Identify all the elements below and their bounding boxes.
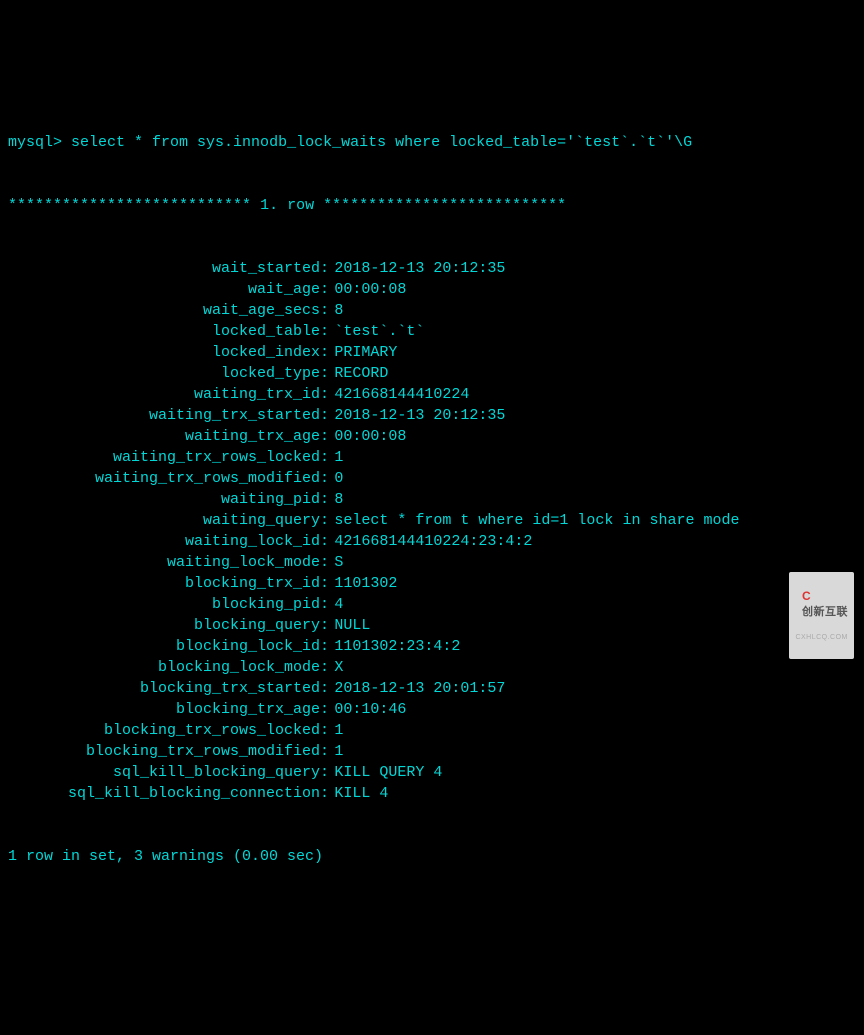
query-line: mysql> select * from sys.innodb_lock_wai… (8, 132, 856, 153)
field-name: wait_age: (8, 279, 329, 300)
watermark-en-text: CXHLCQ.COM (795, 633, 848, 643)
field-row: blocking_lock_mode:X (8, 657, 856, 678)
field-name: waiting_trx_age: (8, 426, 329, 447)
mysql-prompt: mysql> (8, 134, 62, 151)
result-fields: wait_started:2018-12-13 20:12:35wait_age… (8, 258, 856, 804)
field-value: RECORD (329, 363, 388, 384)
field-row: wait_started:2018-12-13 20:12:35 (8, 258, 856, 279)
field-name: waiting_trx_rows_modified: (8, 468, 329, 489)
field-value: S (329, 552, 343, 573)
field-value: `test`.`t` (329, 321, 424, 342)
field-value: 8 (329, 300, 343, 321)
field-value: 00:00:08 (329, 426, 406, 447)
field-value: 1 (329, 720, 343, 741)
field-row: waiting_lock_id:421668144410224:23:4:2 (8, 531, 856, 552)
result-footer: 1 row in set, 3 warnings (0.00 sec) (8, 846, 856, 867)
field-row: waiting_trx_started:2018-12-13 20:12:35 (8, 405, 856, 426)
terminal-output: mysql> select * from sys.innodb_lock_wai… (8, 90, 856, 888)
field-value: 00:10:46 (329, 699, 406, 720)
field-value: KILL 4 (329, 783, 388, 804)
field-row: waiting_trx_age:00:00:08 (8, 426, 856, 447)
field-row: waiting_trx_id:421668144410224 (8, 384, 856, 405)
field-row: locked_type:RECORD (8, 363, 856, 384)
watermark-cn-text: 创新互联 (802, 606, 848, 618)
field-name: waiting_trx_id: (8, 384, 329, 405)
field-value: 0 (329, 468, 343, 489)
field-row: blocking_trx_rows_modified:1 (8, 741, 856, 762)
field-row: waiting_query:select * from t where id=1… (8, 510, 856, 531)
field-value: 00:00:08 (329, 279, 406, 300)
field-name: waiting_trx_started: (8, 405, 329, 426)
field-value: 2018-12-13 20:12:35 (329, 405, 505, 426)
row-header-suffix: *************************** (323, 197, 566, 214)
field-value: 1 (329, 741, 343, 762)
field-row: blocking_lock_id:1101302:23:4:2 (8, 636, 856, 657)
field-row: blocking_trx_started:2018-12-13 20:01:57 (8, 678, 856, 699)
field-name: blocking_trx_rows_locked: (8, 720, 329, 741)
field-value: PRIMARY (329, 342, 397, 363)
field-name: sql_kill_blocking_connection: (8, 783, 329, 804)
field-row: waiting_pid:8 (8, 489, 856, 510)
field-value: 421668144410224 (329, 384, 469, 405)
field-name: blocking_pid: (8, 594, 329, 615)
field-value: X (329, 657, 343, 678)
field-name: locked_type: (8, 363, 329, 384)
field-row: blocking_trx_age:00:10:46 (8, 699, 856, 720)
field-value: select * from t where id=1 lock in share… (329, 510, 739, 531)
field-value: NULL (329, 615, 370, 636)
field-row: waiting_trx_rows_modified:0 (8, 468, 856, 489)
field-value: KILL QUERY 4 (329, 762, 442, 783)
field-name: sql_kill_blocking_query: (8, 762, 329, 783)
field-name: waiting_query: (8, 510, 329, 531)
field-row: blocking_trx_id:1101302 (8, 573, 856, 594)
field-value: 4 (329, 594, 343, 615)
field-name: locked_index: (8, 342, 329, 363)
field-name: blocking_lock_mode: (8, 657, 329, 678)
field-value: 2018-12-13 20:01:57 (329, 678, 505, 699)
field-name: wait_age_secs: (8, 300, 329, 321)
row-separator: *************************** 1. row *****… (8, 195, 856, 216)
field-value: 421668144410224:23:4:2 (329, 531, 532, 552)
field-name: blocking_trx_id: (8, 573, 329, 594)
row-header-label: 1. row (260, 197, 314, 214)
field-name: waiting_lock_id: (8, 531, 329, 552)
field-name: locked_table: (8, 321, 329, 342)
watermark-logo: C 创新互联 CXHLCQ.COM (789, 572, 854, 659)
field-name: blocking_trx_started: (8, 678, 329, 699)
field-name: blocking_trx_rows_modified: (8, 741, 329, 762)
field-value: 1 (329, 447, 343, 468)
field-value: 2018-12-13 20:12:35 (329, 258, 505, 279)
watermark-letter: C (802, 589, 811, 603)
field-name: blocking_trx_age: (8, 699, 329, 720)
field-row: waiting_lock_mode:S (8, 552, 856, 573)
field-value: 1101302:23:4:2 (329, 636, 460, 657)
field-row: wait_age_secs:8 (8, 300, 856, 321)
field-name: waiting_lock_mode: (8, 552, 329, 573)
field-name: waiting_trx_rows_locked: (8, 447, 329, 468)
field-name: wait_started: (8, 258, 329, 279)
field-row: waiting_trx_rows_locked:1 (8, 447, 856, 468)
field-row: blocking_query:NULL (8, 615, 856, 636)
sql-query: select * from sys.innodb_lock_waits wher… (71, 134, 692, 151)
field-row: locked_index:PRIMARY (8, 342, 856, 363)
field-row: wait_age:00:00:08 (8, 279, 856, 300)
field-name: waiting_pid: (8, 489, 329, 510)
row-header-prefix: *************************** (8, 197, 251, 214)
field-name: blocking_query: (8, 615, 329, 636)
field-row: sql_kill_blocking_query:KILL QUERY 4 (8, 762, 856, 783)
field-row: locked_table:`test`.`t` (8, 321, 856, 342)
field-row: blocking_trx_rows_locked:1 (8, 720, 856, 741)
field-name: blocking_lock_id: (8, 636, 329, 657)
field-value: 8 (329, 489, 343, 510)
field-row: blocking_pid:4 (8, 594, 856, 615)
field-row: sql_kill_blocking_connection:KILL 4 (8, 783, 856, 804)
field-value: 1101302 (329, 573, 397, 594)
